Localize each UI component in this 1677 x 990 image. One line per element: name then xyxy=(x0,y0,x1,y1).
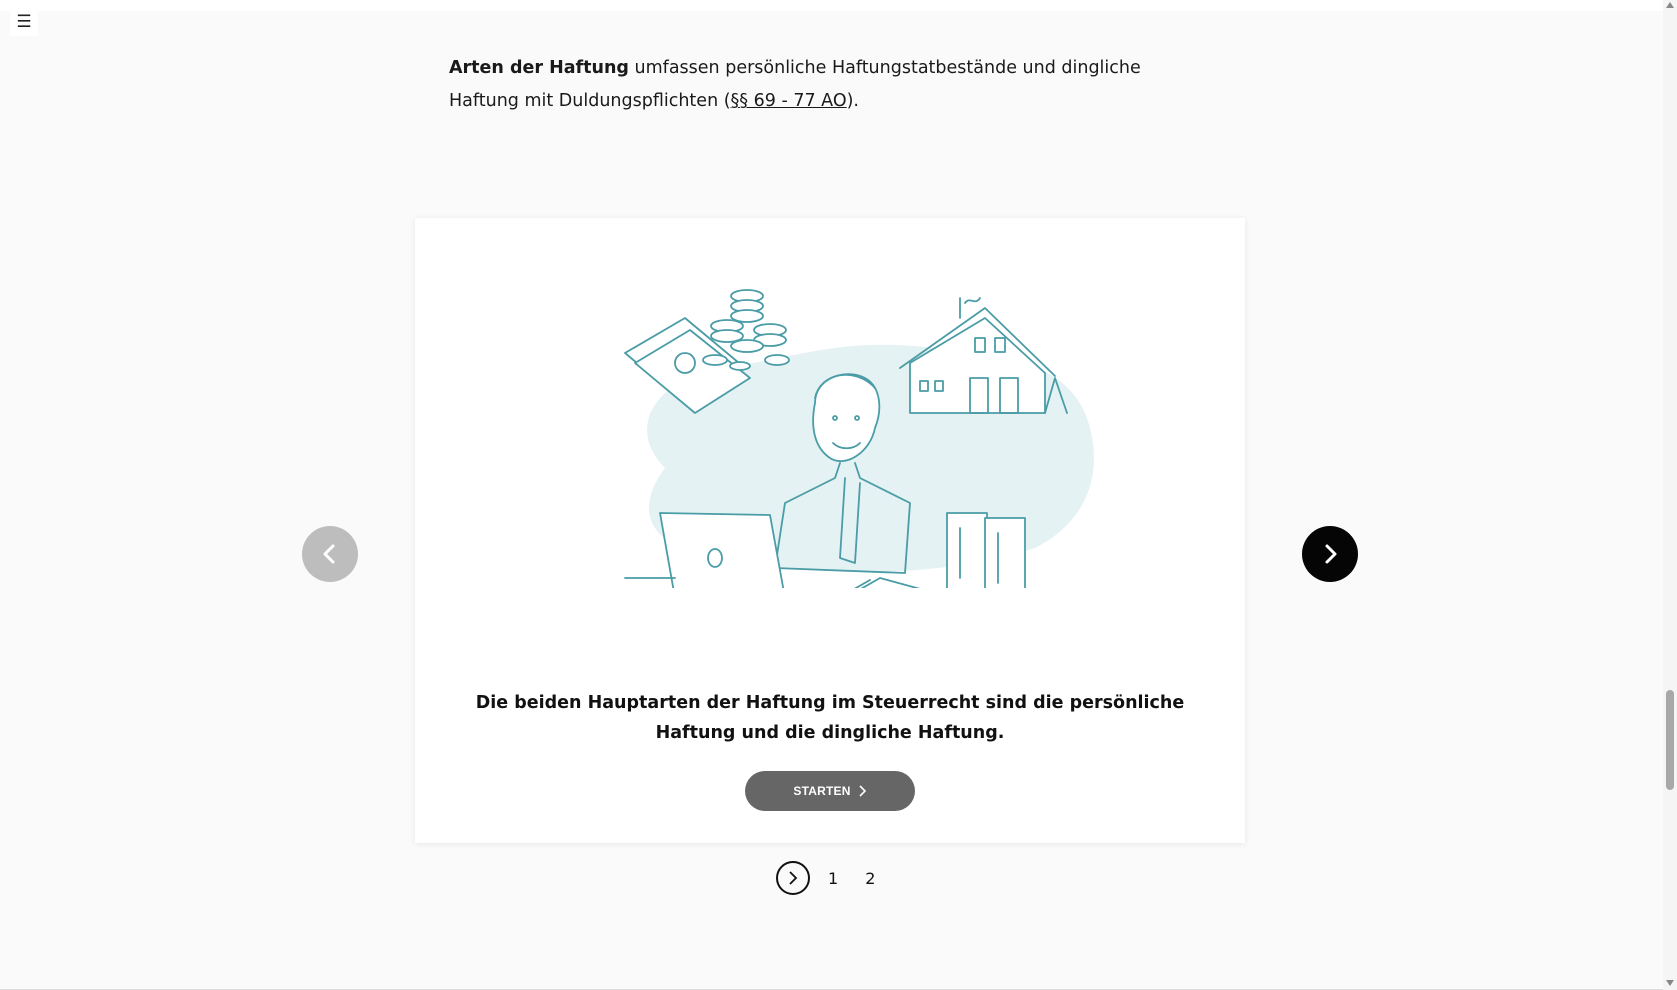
carousel-slide: Die beiden Hauptarten der Haftung im Ste… xyxy=(415,218,1245,843)
carousel-prev-button[interactable] xyxy=(302,526,358,582)
start-button[interactable]: STARTEN xyxy=(745,771,915,811)
page-link-1[interactable]: 1 xyxy=(828,869,838,888)
hamburger-menu-button[interactable]: ☰ xyxy=(10,8,38,36)
scrollbar[interactable] xyxy=(1663,0,1677,990)
hamburger-icon: ☰ xyxy=(16,11,32,32)
chevron-left-icon xyxy=(323,544,335,564)
intro-text-end: ). xyxy=(846,91,859,111)
businessman-illustration xyxy=(624,289,1094,588)
top-bar xyxy=(0,0,1663,11)
scroll-down-arrow-icon[interactable] xyxy=(1665,979,1675,989)
scroll-up-arrow-icon[interactable] xyxy=(1665,1,1675,11)
carousel-next-button[interactable] xyxy=(1302,526,1358,582)
start-button-label: STARTEN xyxy=(793,784,851,798)
pagination: 1 2 xyxy=(776,861,875,895)
chevron-right-icon xyxy=(789,871,798,885)
pagination-next-button[interactable] xyxy=(776,861,810,895)
law-link[interactable]: §§ 69 - 77 AO xyxy=(731,91,847,111)
intro-bold: Arten der Haftung xyxy=(449,58,629,78)
chevron-right-icon xyxy=(1325,544,1337,564)
page-link-2[interactable]: 2 xyxy=(865,869,875,888)
scrollbar-thumb[interactable] xyxy=(1666,690,1674,790)
slide-caption: Die beiden Hauptarten der Haftung im Ste… xyxy=(475,693,1185,743)
intro-paragraph: Arten der Haftung umfassen persönliche H… xyxy=(449,52,1209,118)
chevron-right-icon xyxy=(859,785,866,797)
